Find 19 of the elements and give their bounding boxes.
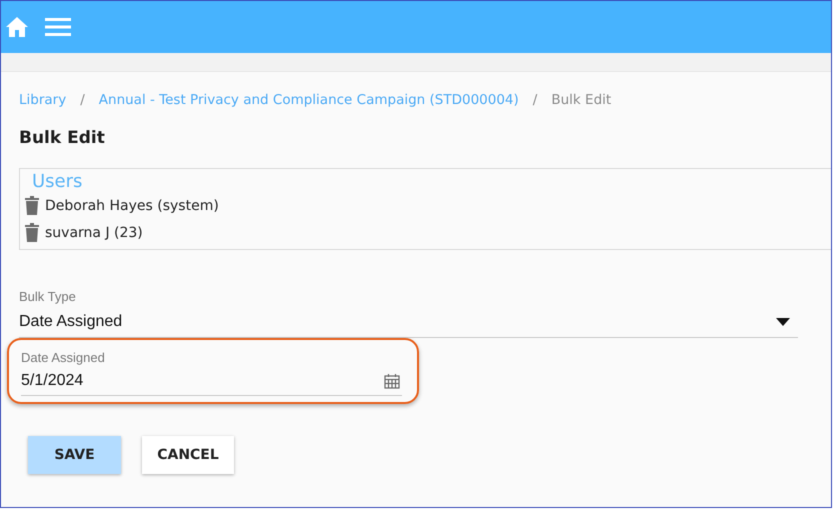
field-value: Date Assigned: [19, 313, 122, 331]
save-button[interactable]: SAVE: [28, 436, 121, 474]
page-title: Bulk Edit: [19, 128, 106, 148]
field-label: Bulk Type: [19, 289, 76, 304]
bulk-type-dropdown[interactable]: Bulk Type Date Assigned: [19, 286, 798, 338]
field-value: 5/1/2024: [21, 372, 84, 390]
trash-icon[interactable]: [25, 196, 39, 215]
field-label: Date Assigned: [21, 350, 105, 365]
user-name: Deborah Hayes (system): [45, 198, 219, 214]
cancel-button[interactable]: CANCEL: [142, 436, 234, 474]
breadcrumb-separator: /: [80, 92, 85, 108]
date-field[interactable]: Date Assigned 5/1/2024: [21, 347, 402, 396]
caret-icon: [776, 318, 790, 326]
breadcrumb-current: Bulk Edit: [551, 92, 612, 108]
users-heading: Users: [32, 171, 82, 192]
breadcrumb-separator: /: [532, 92, 538, 108]
trash-icon[interactable]: [25, 223, 39, 242]
calendar-icon[interactable]: [384, 373, 400, 389]
user-name: suvarna J (23): [45, 224, 143, 240]
